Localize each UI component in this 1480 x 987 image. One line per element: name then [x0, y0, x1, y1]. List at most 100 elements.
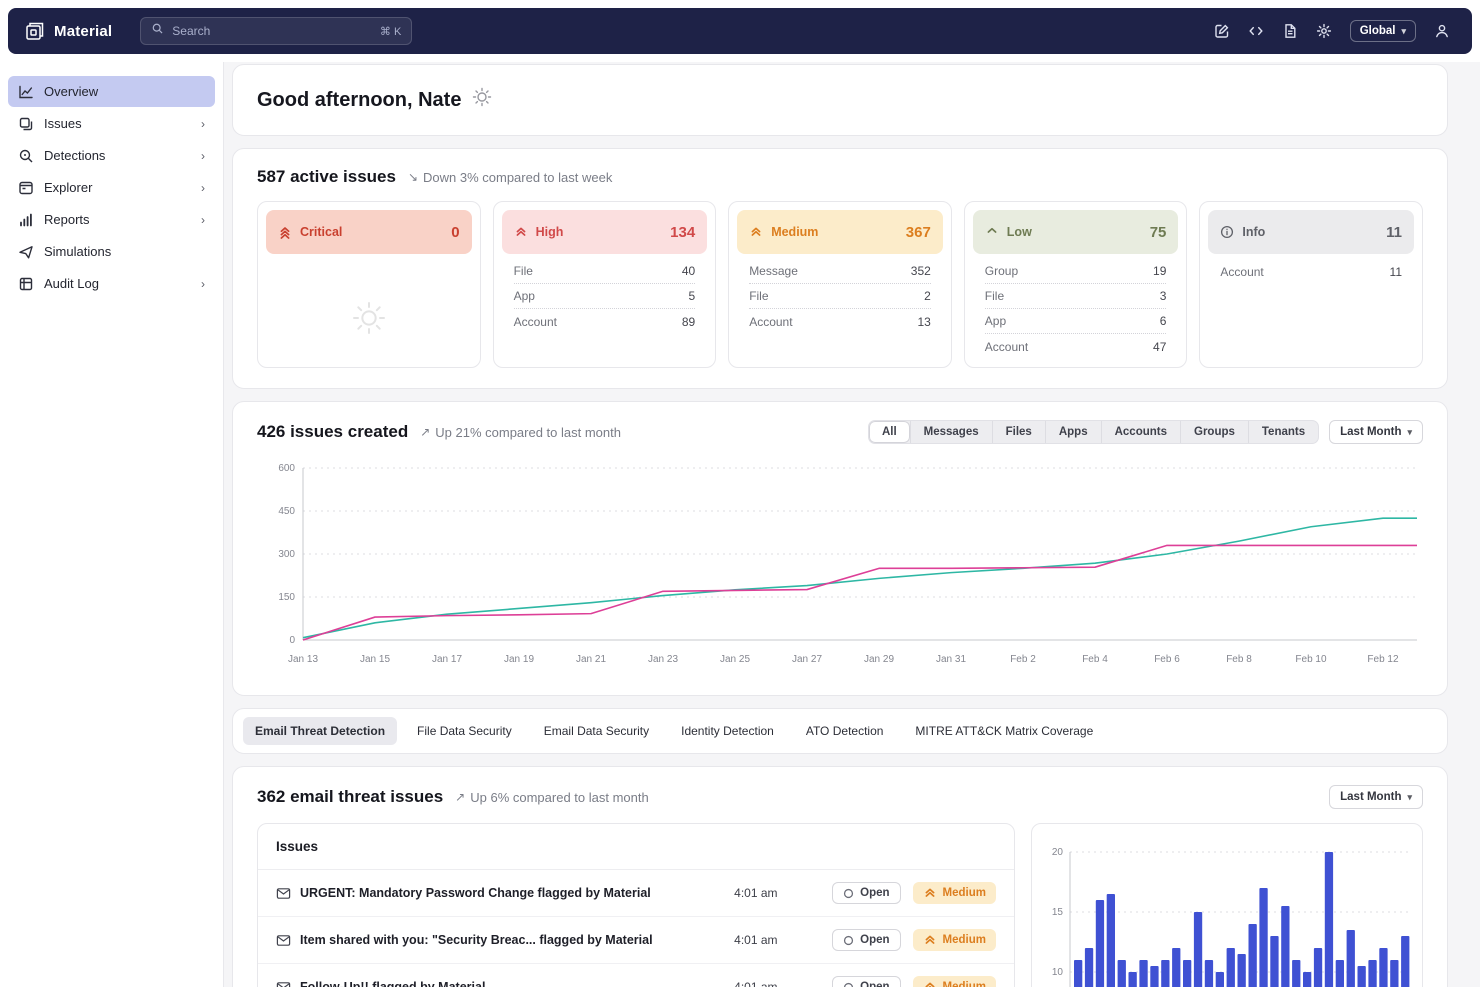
- issues-created-card: 426 issues created ↗ Up 21% compared to …: [232, 401, 1448, 696]
- envelope-icon: [276, 886, 291, 901]
- status-badge-open: Open: [832, 882, 900, 904]
- code-icon[interactable]: [1242, 17, 1270, 45]
- svg-text:15: 15: [1052, 907, 1064, 918]
- severity-header: Info11: [1208, 210, 1414, 254]
- status-label: Open: [860, 981, 889, 987]
- settings-gear-icon[interactable]: [1310, 17, 1338, 45]
- severity-count: 367: [906, 224, 931, 241]
- filter-tab-accounts[interactable]: Accounts: [1101, 421, 1180, 443]
- svg-text:0: 0: [289, 635, 295, 646]
- severity-card-medium[interactable]: Medium367Message352File2Account13: [728, 201, 952, 368]
- trend-down-icon: ↘: [408, 170, 418, 184]
- filter-tab-tenants[interactable]: Tenants: [1248, 421, 1318, 443]
- severity-header: Critical0: [266, 210, 472, 254]
- filter-tab-all[interactable]: All: [869, 421, 910, 443]
- issue-title[interactable]: Follow-Up!! flagged by Material: [276, 980, 722, 987]
- breakdown-row: File3: [985, 284, 1167, 309]
- material-logo-icon: [24, 20, 46, 42]
- issue-row[interactable]: Item shared with you: "Security Breac...…: [258, 917, 1014, 964]
- tab-ato-detection[interactable]: ATO Detection: [794, 717, 896, 745]
- compose-icon[interactable]: [1208, 17, 1236, 45]
- greeting-text: Good afternoon, Nate: [257, 89, 461, 112]
- breakdown-row: Account13: [749, 309, 931, 334]
- sidebar-item-simulations[interactable]: Simulations: [8, 236, 215, 267]
- detections-icon: [18, 148, 34, 164]
- brand-name: Material: [54, 23, 112, 40]
- filter-tab-files[interactable]: Files: [992, 421, 1045, 443]
- severity-count: 0: [451, 224, 459, 241]
- greeting-card: Good afternoon, Nate: [232, 64, 1448, 136]
- severity-medium-icon: [923, 980, 937, 987]
- chevron-right-icon: ›: [201, 149, 205, 163]
- breakdown-label: App: [985, 314, 1006, 328]
- severity-label: Medium: [943, 887, 986, 899]
- breakdown-row: Account47: [985, 334, 1167, 359]
- brand[interactable]: Material: [24, 20, 112, 42]
- filter-tab-messages[interactable]: Messages: [910, 421, 992, 443]
- severity-card-high[interactable]: High134File40App5Account89: [493, 201, 717, 368]
- sidebar-item-overview[interactable]: Overview: [8, 76, 215, 107]
- severity-critical-icon: [278, 225, 292, 239]
- issue-title[interactable]: URGENT: Mandatory Password Change flagge…: [276, 886, 722, 901]
- severity-breakdown: Group19File3App6Account47: [965, 254, 1187, 363]
- sidebar-item-label: Simulations: [44, 244, 111, 259]
- email-threats-bar-chart: 101520: [1036, 838, 1414, 987]
- severity-medium-icon: [923, 933, 937, 947]
- severity-card-critical[interactable]: Critical0: [257, 201, 481, 368]
- tab-identity-detection[interactable]: Identity Detection: [669, 717, 786, 745]
- chevron-down-icon: ▾: [1401, 26, 1406, 37]
- breakdown-row: Account11: [1220, 259, 1402, 284]
- filter-tab-groups[interactable]: Groups: [1180, 421, 1248, 443]
- tab-mitre-att-ck-matrix-coverage[interactable]: MITRE ATT&CK Matrix Coverage: [903, 717, 1105, 745]
- svg-text:Feb 10: Feb 10: [1295, 654, 1327, 665]
- breakdown-row: App5: [514, 284, 696, 309]
- email-threats-period-dropdown[interactable]: Last Month ▾: [1329, 785, 1423, 809]
- svg-text:Feb 6: Feb 6: [1154, 654, 1180, 665]
- sidebar-item-explorer[interactable]: Explorer›: [8, 172, 215, 203]
- severity-card-low[interactable]: Low75Group19File3App6Account47: [964, 201, 1188, 368]
- svg-text:Feb 8: Feb 8: [1226, 654, 1252, 665]
- severity-badge-medium: Medium: [913, 882, 996, 904]
- sidebar-item-label: Explorer: [44, 180, 92, 195]
- document-icon[interactable]: [1276, 17, 1304, 45]
- tab-file-data-security[interactable]: File Data Security: [405, 717, 524, 745]
- issue-title-text: Item shared with you: "Security Breac...…: [300, 933, 653, 947]
- search-box[interactable]: ⌘ K: [140, 17, 412, 45]
- severity-label: Low: [1007, 225, 1032, 239]
- trend-text: Up 6% compared to last month: [470, 790, 648, 805]
- severity-badge-medium: Medium: [913, 929, 996, 951]
- breakdown-label: Account: [514, 315, 557, 329]
- issue-title[interactable]: Item shared with you: "Security Breac...…: [276, 933, 722, 948]
- chevron-down-icon: ▾: [1407, 792, 1412, 803]
- severity-medium-icon: [923, 886, 937, 900]
- breakdown-row: Account89: [514, 309, 696, 334]
- simulations-icon: [18, 244, 34, 260]
- search-input[interactable]: [172, 24, 372, 38]
- envelope-icon: [276, 980, 291, 987]
- sidebar-item-issues[interactable]: Issues›: [8, 108, 215, 139]
- sidebar-item-detections[interactable]: Detections›: [8, 140, 215, 171]
- severity-count: 134: [670, 224, 695, 241]
- issues-created-period-dropdown[interactable]: Last Month ▾: [1329, 420, 1423, 444]
- tab-email-data-security[interactable]: Email Data Security: [532, 717, 661, 745]
- issue-row[interactable]: Follow-Up!! flagged by Material4:01 amOp…: [258, 964, 1014, 987]
- overview-icon: [18, 84, 34, 100]
- global-dropdown[interactable]: Global ▾: [1350, 20, 1416, 42]
- svg-text:150: 150: [278, 592, 295, 603]
- filter-tab-apps[interactable]: Apps: [1045, 421, 1101, 443]
- sidebar-item-reports[interactable]: Reports›: [8, 204, 215, 235]
- breakdown-label: Account: [1220, 265, 1263, 279]
- issue-row[interactable]: URGENT: Mandatory Password Change flagge…: [258, 870, 1014, 917]
- severity-header: Low75: [973, 210, 1179, 254]
- tab-email-threat-detection[interactable]: Email Threat Detection: [243, 717, 397, 745]
- trend-text: Down 3% compared to last week: [423, 170, 612, 185]
- user-profile-icon[interactable]: [1428, 17, 1456, 45]
- breakdown-value: 352: [911, 264, 931, 278]
- breakdown-label: Message: [749, 264, 798, 278]
- breakdown-label: Account: [749, 315, 792, 329]
- sidebar-item-audit-log[interactable]: Audit Log›: [8, 268, 215, 299]
- issues-created-trend: ↗ Up 21% compared to last month: [420, 425, 621, 440]
- audit-log-icon: [18, 276, 34, 292]
- severity-card-info[interactable]: Info11 Account11: [1199, 201, 1423, 368]
- period-label: Last Month: [1340, 426, 1401, 438]
